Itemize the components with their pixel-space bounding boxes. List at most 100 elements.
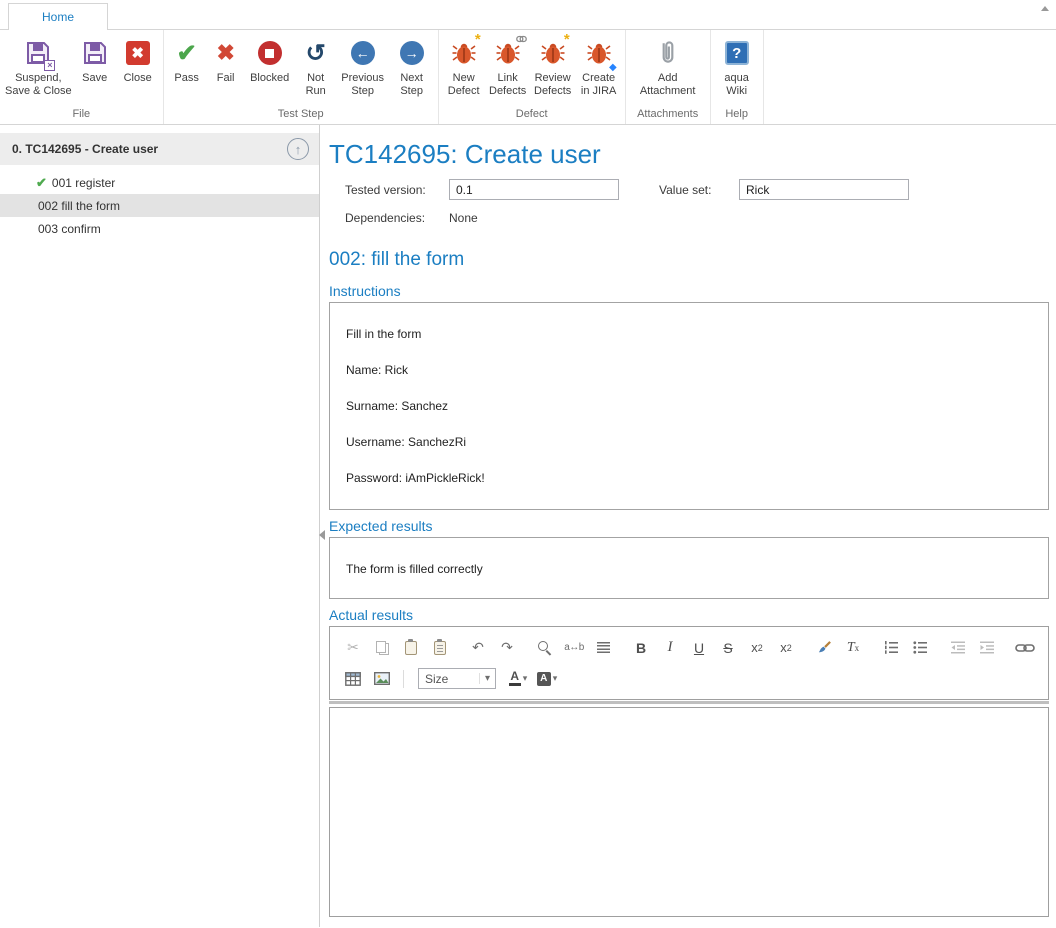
instruction-line: Password: iAmPickleRick! bbox=[346, 460, 1032, 496]
scrollbar-up-icon[interactable] bbox=[1039, 4, 1051, 14]
previous-step-icon: ← bbox=[351, 35, 375, 71]
link-button[interactable] bbox=[1012, 636, 1038, 660]
expected-results-text: The form is filled correctly bbox=[346, 551, 1032, 587]
instruction-line: Name: Rick bbox=[346, 352, 1032, 388]
group-label-attachments: Attachments bbox=[629, 107, 707, 124]
value-set-input[interactable] bbox=[739, 179, 909, 200]
collapse-up-icon[interactable]: ↑ bbox=[287, 138, 309, 160]
instruction-line: Surname: Sanchez bbox=[346, 388, 1032, 424]
rich-text-toolbar: ✂ ↶ ↷ a↔b B I U S x2 x2 bbox=[329, 626, 1049, 700]
blocked-stop-icon bbox=[258, 35, 282, 71]
dependencies-value: None bbox=[449, 211, 478, 225]
background-color-button[interactable]: A ▾ bbox=[534, 667, 560, 691]
fail-button[interactable]: ✖ Fail bbox=[207, 33, 245, 87]
italic-button[interactable]: I bbox=[657, 636, 683, 660]
ribbon-group-file: × Suspend, Save & Close Save bbox=[0, 30, 164, 124]
replace-icon[interactable]: a↔b bbox=[561, 636, 587, 660]
pass-check-icon: ✔ bbox=[177, 35, 197, 71]
paste-icon[interactable] bbox=[398, 636, 424, 660]
paperclip-icon bbox=[655, 35, 681, 71]
tested-version-input[interactable] bbox=[449, 179, 619, 200]
subscript-button[interactable]: x2 bbox=[744, 636, 770, 660]
link-defects-button[interactable]: Link Defects bbox=[486, 33, 530, 100]
step-passed-check-icon: ✔ bbox=[36, 175, 47, 191]
paste-from-word-icon[interactable] bbox=[427, 636, 453, 660]
chevron-down-icon: ▾ bbox=[553, 673, 558, 684]
ribbon-group-test-step: ✔ Pass ✖ Fail Blocked ↺ Not Run ← bbox=[164, 30, 439, 124]
superscript-button[interactable]: x2 bbox=[773, 636, 799, 660]
decrease-indent-button[interactable] bbox=[945, 636, 971, 660]
value-set-label: Value set: bbox=[659, 183, 739, 197]
wiki-help-icon: ? bbox=[725, 35, 749, 71]
sidebar-header: 0. TC142695 - Create user ↑ bbox=[0, 133, 319, 165]
create-in-jira-bug-icon: ◆ bbox=[586, 35, 612, 71]
toolbar-separator bbox=[403, 670, 404, 688]
splitter-collapse-arrow-icon[interactable] bbox=[319, 530, 325, 540]
link-defects-bug-icon bbox=[495, 35, 521, 71]
copy-formatting-icon[interactable] bbox=[811, 636, 837, 660]
group-label-help: Help bbox=[714, 107, 760, 124]
blocked-button[interactable]: Blocked bbox=[245, 33, 295, 87]
chain-badge-icon bbox=[516, 32, 527, 46]
unordered-list-button[interactable] bbox=[907, 636, 933, 660]
instructions-box: Fill in the form Name: Rick Surname: San… bbox=[329, 302, 1049, 510]
increase-indent-button[interactable] bbox=[974, 636, 1000, 660]
review-defects-button[interactable]: * Review Defects bbox=[530, 33, 576, 100]
previous-step-button[interactable]: ← Previous Step bbox=[337, 33, 389, 100]
expected-results-box: The form is filled correctly bbox=[329, 537, 1049, 599]
select-all-icon[interactable] bbox=[590, 636, 616, 660]
instruction-line: Fill in the form bbox=[346, 316, 1032, 352]
redo-icon[interactable]: ↷ bbox=[494, 636, 520, 660]
group-label-test-step: Test Step bbox=[167, 107, 435, 124]
sidebar-item-step-001[interactable]: ✔ 001 register bbox=[0, 171, 319, 194]
instruction-line: Username: SanchezRi bbox=[346, 424, 1032, 460]
cut-icon[interactable]: ✂ bbox=[340, 636, 366, 660]
ribbon-group-attachments: Add Attachment Attachments bbox=[626, 30, 711, 124]
sidebar-header-title: 0. TC142695 - Create user bbox=[12, 142, 158, 156]
strikethrough-button[interactable]: S bbox=[715, 636, 741, 660]
add-attachment-button[interactable]: Add Attachment bbox=[629, 33, 707, 100]
test-case-content: TC142695: Create user Tested version: Va… bbox=[320, 125, 1056, 927]
sidebar-item-step-002[interactable]: 002 fill the form bbox=[0, 194, 319, 217]
create-in-jira-button[interactable]: ◆ Create in JIRA bbox=[576, 33, 622, 100]
font-size-dropdown[interactable]: Size ▾ bbox=[418, 668, 496, 689]
chevron-down-icon: ▾ bbox=[479, 673, 495, 684]
review-defects-bug-icon: * bbox=[540, 35, 566, 71]
suspend-save-close-button[interactable]: × Suspend, Save & Close bbox=[3, 33, 74, 100]
expected-results-label: Expected results bbox=[329, 518, 1049, 535]
undo-icon[interactable]: ↶ bbox=[465, 636, 491, 660]
next-step-button[interactable]: → Next Step bbox=[389, 33, 435, 100]
actual-results-editor[interactable] bbox=[329, 707, 1049, 917]
actual-results-label: Actual results bbox=[329, 607, 1049, 624]
underline-button[interactable]: U bbox=[686, 636, 712, 660]
aqua-wiki-button[interactable]: ? aqua Wiki bbox=[714, 33, 760, 100]
save-suspend-icon: × bbox=[24, 35, 52, 71]
chevron-down-icon: ▾ bbox=[523, 673, 528, 684]
text-color-button[interactable]: A ▾ bbox=[505, 667, 531, 691]
test-execution-window: Home × Suspend, Save & Close bbox=[0, 0, 1056, 928]
bold-button[interactable]: B bbox=[628, 636, 654, 660]
group-label-file: File bbox=[3, 107, 160, 124]
new-defect-button[interactable]: * New Defect bbox=[442, 33, 486, 100]
not-run-button[interactable]: ↺ Not Run bbox=[295, 33, 337, 100]
ribbon-tab-strip: Home bbox=[0, 0, 1056, 30]
tab-home[interactable]: Home bbox=[8, 3, 108, 30]
find-icon[interactable] bbox=[532, 636, 558, 660]
copy-icon[interactable] bbox=[369, 636, 395, 660]
dependencies-label: Dependencies: bbox=[345, 211, 449, 225]
insert-image-button[interactable] bbox=[369, 667, 395, 691]
page-title: TC142695: Create user bbox=[329, 139, 1049, 169]
group-label-defect: Defect bbox=[442, 107, 622, 124]
save-button[interactable]: Save bbox=[74, 33, 116, 87]
ribbon: × Suspend, Save & Close Save bbox=[0, 30, 1056, 125]
ordered-list-button[interactable] bbox=[878, 636, 904, 660]
step-heading: 002: fill the form bbox=[329, 248, 1049, 272]
insert-table-button[interactable] bbox=[340, 667, 366, 691]
pass-button[interactable]: ✔ Pass bbox=[167, 33, 207, 87]
sidebar-item-step-003[interactable]: 003 confirm bbox=[0, 217, 319, 240]
tested-version-label: Tested version: bbox=[345, 183, 449, 197]
save-icon bbox=[81, 35, 109, 71]
test-steps-sidebar: 0. TC142695 - Create user ↑ ✔ 001 regist… bbox=[0, 125, 320, 927]
close-button[interactable]: ✖ Close bbox=[116, 33, 160, 87]
remove-format-icon[interactable]: Tx bbox=[840, 636, 866, 660]
